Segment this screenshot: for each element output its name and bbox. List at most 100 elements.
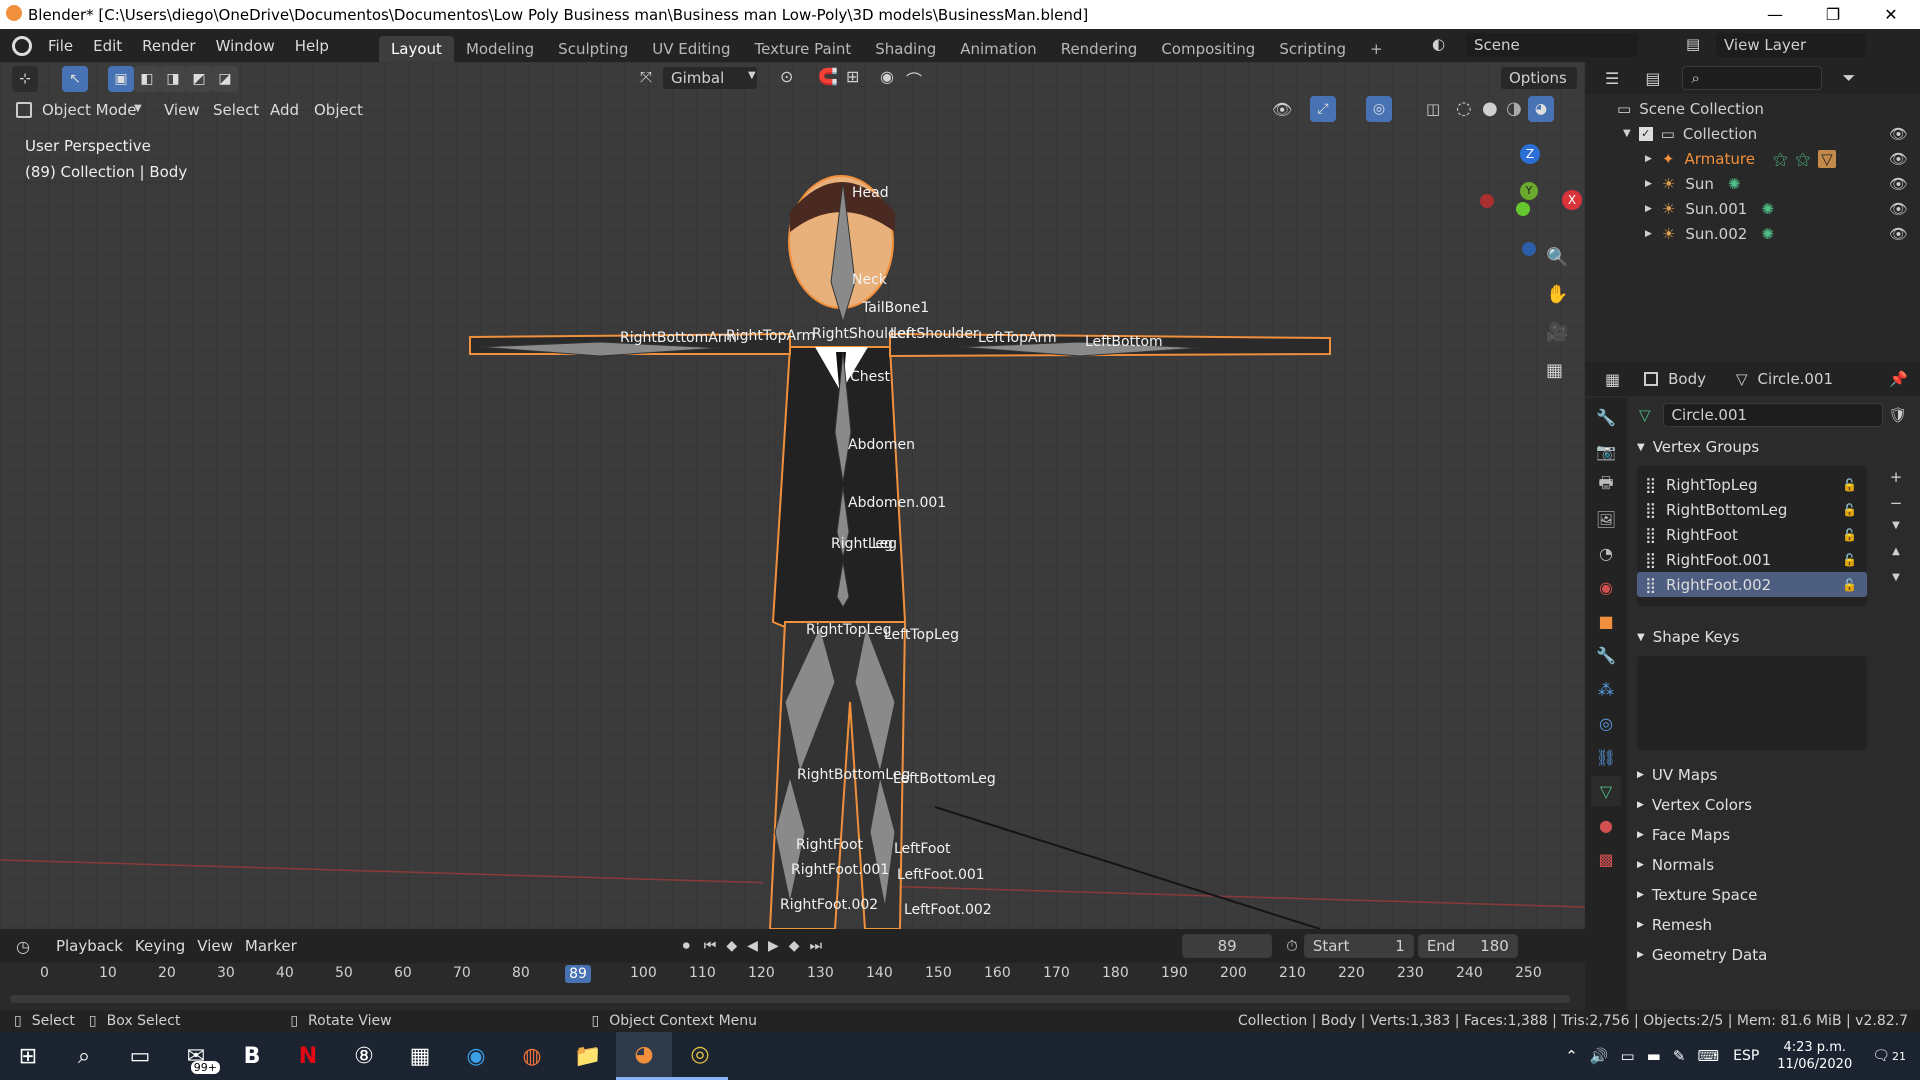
checkbox-icon[interactable]: ✓ xyxy=(1638,126,1653,141)
task-view-icon[interactable]: ▭ xyxy=(112,1032,168,1080)
overlay-toggle-icon[interactable]: ◎ xyxy=(1366,96,1392,122)
scene-icon[interactable]: ◐ xyxy=(1432,35,1445,53)
menu-help[interactable]: Help xyxy=(285,37,339,55)
store-icon[interactable]: ▦ xyxy=(392,1032,448,1080)
gizmo-x-axis[interactable]: X xyxy=(1562,190,1582,210)
fake-user-icon[interactable]: 🛡 xyxy=(1889,406,1908,424)
list-item[interactable]: ⣿ RightFoot 🔓 xyxy=(1637,522,1867,547)
move-down-icon[interactable]: ▼ xyxy=(1883,572,1909,598)
gizmo-neg-y[interactable] xyxy=(1516,202,1530,216)
marker-menu[interactable]: Marker xyxy=(239,933,303,959)
editor-type-icon[interactable]: ◷ xyxy=(16,937,30,956)
ortho-grid-icon[interactable]: ▦ xyxy=(1546,360,1563,381)
next-keyframe-icon[interactable]: ◆ xyxy=(789,938,800,954)
expand-arrow-icon[interactable]: ▼ xyxy=(1623,128,1631,139)
select-mode-intersect-icon[interactable]: ◪ xyxy=(212,66,238,92)
xray-icon[interactable]: ◫ xyxy=(1426,100,1440,118)
tray-chevron-icon[interactable]: ⌃ xyxy=(1565,1047,1578,1065)
chevron-down-icon[interactable]: ▼ xyxy=(1883,520,1909,546)
tab-layout[interactable]: Layout xyxy=(378,36,454,62)
move-up-icon[interactable]: ▲ xyxy=(1883,546,1909,572)
maximize-button[interactable]: ❐ xyxy=(1804,0,1862,29)
uv-maps-panel-header[interactable]: ▶ UV Maps xyxy=(1633,760,1913,790)
tab-rendering[interactable]: Rendering xyxy=(1049,36,1150,62)
world-tab-icon[interactable]: ◉ xyxy=(1591,572,1621,602)
select-mode-invert-icon[interactable]: ◩ xyxy=(186,66,212,92)
snap-icon[interactable]: 🧲 xyxy=(818,67,838,86)
record-icon[interactable]: ⏺ xyxy=(683,938,690,954)
outliner-collection[interactable]: ▼ ✓ ▭ Collection 👁 xyxy=(1585,121,1920,146)
lock-icon[interactable]: 🔓 xyxy=(1842,528,1857,542)
edge-icon[interactable]: ◉ xyxy=(448,1032,504,1080)
menu-object[interactable]: Object xyxy=(308,97,369,123)
view-layer-tab-icon[interactable]: 🖼 xyxy=(1591,504,1621,534)
clock[interactable]: 4:23 p.m. 11/06/2020 xyxy=(1777,1039,1852,1073)
tab-modeling[interactable]: Modeling xyxy=(454,36,546,62)
display-mode-icon[interactable]: ▤ xyxy=(1645,69,1660,88)
gizmo-y-axis[interactable]: Y xyxy=(1520,182,1538,200)
view-layer-field[interactable]: View Layer xyxy=(1716,33,1866,57)
view-layer-icon[interactable]: ▤ xyxy=(1686,35,1700,53)
normals-panel-header[interactable]: ▶ Normals xyxy=(1633,850,1913,880)
tab-sculpting[interactable]: Sculpting xyxy=(546,36,640,62)
camera-view-icon[interactable]: 🎥 xyxy=(1546,322,1568,343)
clock-icon[interactable]: ⏱ xyxy=(1286,937,1298,955)
proportional-edit-icon[interactable]: ◉ xyxy=(880,67,894,86)
constraints-tab-icon[interactable]: ⛓ xyxy=(1591,742,1621,772)
expand-arrow-icon[interactable]: ▶ xyxy=(1645,154,1652,164)
lock-icon[interactable]: 🔓 xyxy=(1842,478,1857,492)
list-item[interactable]: ⣿ RightBottomLeg 🔓 xyxy=(1637,497,1867,522)
eye-icon[interactable]: 👁 xyxy=(1889,225,1908,243)
menu-render[interactable]: Render xyxy=(132,37,205,55)
current-frame-field[interactable]: 89 xyxy=(1182,934,1273,958)
falloff-icon[interactable]: ⌒ xyxy=(906,67,922,91)
mesh-name-field[interactable]: Circle.001 xyxy=(1662,403,1883,427)
lock-icon[interactable]: 🔓 xyxy=(1842,553,1857,567)
remesh-panel-header[interactable]: ▶ Remesh xyxy=(1633,910,1913,940)
gizmo-toggle-icon[interactable]: ⤢ xyxy=(1310,96,1336,122)
timeline-scrollbar[interactable] xyxy=(10,995,1570,1003)
blender-taskbar-icon[interactable]: ◕ xyxy=(616,1032,672,1080)
notification-center-icon[interactable]: 🗨 21 xyxy=(1872,1048,1906,1064)
file-explorer-icon[interactable]: 📁 xyxy=(560,1032,616,1080)
outliner-scene-collection[interactable]: ▭ Scene Collection xyxy=(1585,96,1920,121)
material-shading-icon[interactable]: ◑ xyxy=(1506,98,1522,119)
outliner-item-sun002[interactable]: ▶ ☀ Sun.002 ✺ 👁 xyxy=(1585,221,1920,246)
jump-end-icon[interactable]: ⏭ xyxy=(810,938,823,954)
gizmo-z-axis[interactable]: Z xyxy=(1520,144,1540,164)
output-tab-icon[interactable]: 🖶 xyxy=(1591,470,1621,500)
options-dropdown[interactable]: Options xyxy=(1500,66,1578,90)
select-tool-icon[interactable]: ↖ xyxy=(62,66,88,92)
mode-dropdown[interactable]: Object Mode xyxy=(36,97,143,123)
list-item-selected[interactable]: ⣿ RightFoot.002 🔓 xyxy=(1637,572,1867,597)
editor-type-icon[interactable]: ☰ xyxy=(1605,69,1619,88)
vertex-colors-panel-header[interactable]: ▶ Vertex Colors xyxy=(1633,790,1913,820)
blender-menu-icon[interactable] xyxy=(12,35,32,56)
modifier-tab-icon[interactable]: 🔧 xyxy=(1591,640,1621,670)
menu-window[interactable]: Window xyxy=(206,37,285,55)
object-tab-icon[interactable]: ■ xyxy=(1591,606,1621,636)
outliner-item-sun001[interactable]: ▶ ☀ Sun.001 ✺ 👁 xyxy=(1585,196,1920,221)
start-frame-field[interactable]: Start 1 xyxy=(1303,934,1414,958)
pan-hand-icon[interactable]: ✋ xyxy=(1546,284,1568,305)
add-icon[interactable]: + xyxy=(1883,468,1909,494)
tab-shading[interactable]: Shading xyxy=(863,36,948,62)
playback-menu[interactable]: Playback xyxy=(50,933,129,959)
list-item[interactable]: ⣿ RightTopLeg 🔓 xyxy=(1637,472,1867,497)
tab-texture-paint[interactable]: Texture Paint xyxy=(742,36,863,62)
material-tab-icon[interactable]: ● xyxy=(1591,810,1621,840)
language-indicator[interactable]: ESP xyxy=(1733,1048,1759,1064)
menu-select[interactable]: Select xyxy=(207,97,265,123)
outliner-item-armature[interactable]: ▶ ✦ Armature ⚝ ⚝ ▽ 👁 xyxy=(1585,146,1920,171)
menu-edit[interactable]: Edit xyxy=(83,37,132,55)
windows-start-icon[interactable]: ⊞ xyxy=(0,1032,56,1080)
expand-arrow-icon[interactable]: ▶ xyxy=(1645,229,1652,239)
timeline-ruler[interactable]: 0 10 20 30 40 50 60 70 80 89 100 110 120 130 140 150 160… xyxy=(0,963,1585,1010)
scene-tab-icon[interactable]: ◔ xyxy=(1591,538,1621,568)
rendered-shading-icon[interactable]: ◕ xyxy=(1528,96,1554,122)
solid-shading-icon[interactable]: ● xyxy=(1482,98,1498,119)
eye-icon[interactable]: 👁 xyxy=(1889,125,1908,143)
wireframe-shading-icon[interactable]: ◌ xyxy=(1456,98,1472,119)
select-mode-extend-icon[interactable]: ◧ xyxy=(134,66,160,92)
orientation-dropdown[interactable]: Gimbal xyxy=(662,66,758,90)
